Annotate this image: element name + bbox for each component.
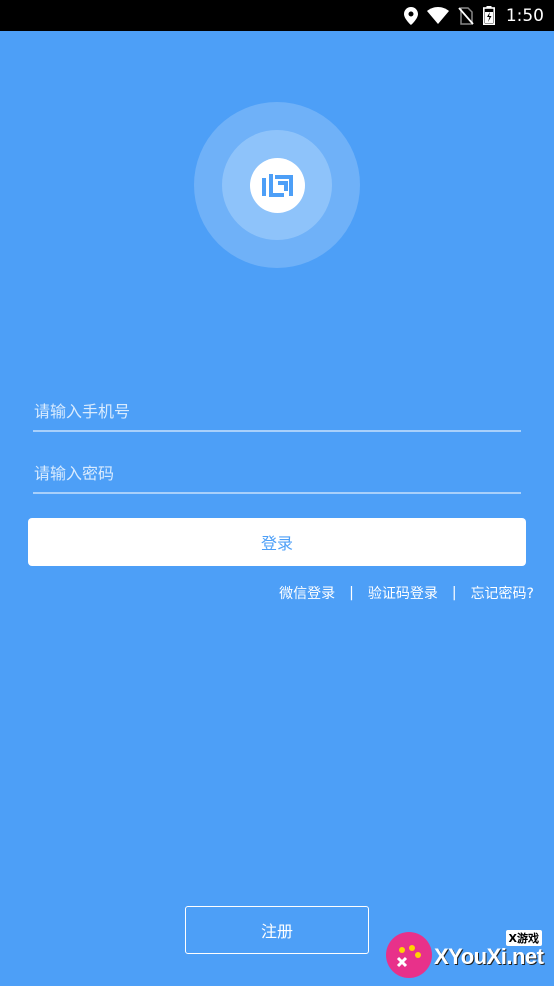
separator: |	[451, 585, 457, 601]
status-bar: 1:50	[0, 0, 554, 31]
status-time: 1:50	[505, 5, 544, 26]
separator: |	[349, 585, 354, 601]
wechat-login-link[interactable]: 微信登录	[279, 583, 335, 603]
wifi-icon	[426, 7, 449, 24]
heart-mind-logo-icon	[261, 173, 293, 197]
site-watermark: X游戏 XYouXi.net	[380, 926, 554, 986]
forgot-password-link[interactable]: 忘记密码?	[471, 583, 534, 603]
phone-field[interactable]	[33, 392, 521, 432]
gamepad-icon	[386, 932, 432, 978]
phone-input[interactable]	[33, 401, 521, 421]
password-field[interactable]	[33, 454, 521, 494]
sms-login-link[interactable]: 验证码登录	[368, 583, 438, 603]
app-logo	[250, 158, 305, 213]
battery-icon	[482, 6, 495, 25]
login-button[interactable]: 登录	[28, 518, 526, 566]
register-button[interactable]: 注册	[185, 906, 369, 954]
password-input[interactable]	[33, 463, 521, 483]
location-icon	[403, 6, 418, 25]
no-sim-icon	[458, 6, 474, 25]
watermark-text: XYouXi.net	[434, 944, 544, 969]
login-options: 微信登录 | 验证码登录 | 忘记密码?	[279, 583, 534, 603]
